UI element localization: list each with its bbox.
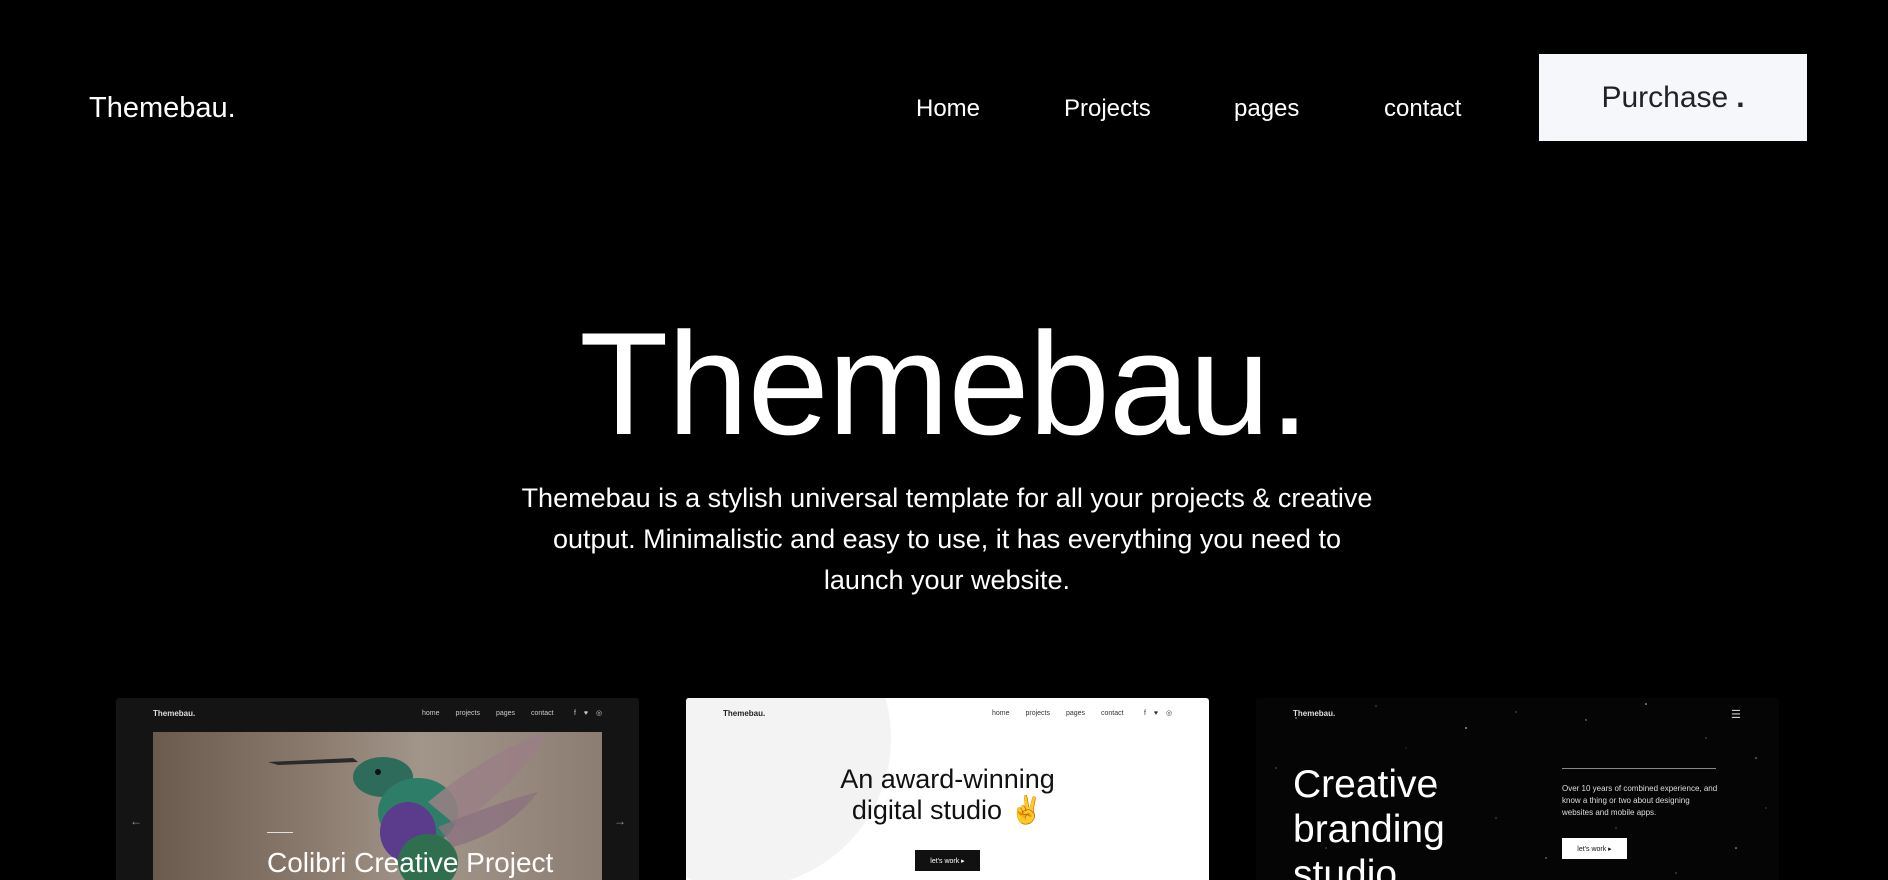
lets-work-button[interactable]: let's work ▸ (915, 850, 980, 871)
preview-title-line: An award-winning (840, 764, 1055, 794)
preview-logo: Themebau. (153, 709, 196, 718)
preview-card-colibri[interactable]: Themebau. home projects pages contact f … (116, 698, 639, 880)
title-rule (1562, 768, 1716, 769)
site-header: Themebau. Home Projects pages contact Pu… (0, 0, 1888, 200)
preview-social-icons: f ♥ ◎ (1144, 710, 1176, 717)
nav-projects[interactable]: Projects (1064, 95, 1151, 123)
preview-nav-item: contact (530, 710, 554, 717)
hero-description: Themebau is a stylish universal template… (521, 483, 1373, 595)
lets-work-button[interactable]: let's work ▸ (1562, 838, 1627, 859)
preview-card-studio[interactable]: Themebau. home projects pages contact f … (686, 698, 1209, 880)
preview-card-branding[interactable]: Themebau. ☰ Creative branding studio Ove… (1256, 698, 1779, 880)
preview-nav-item: projects (455, 710, 480, 717)
preview-nav: home projects pages contact (992, 710, 1138, 717)
preview-nav: home projects pages contact (422, 710, 568, 717)
nav-pages[interactable]: pages (1234, 95, 1299, 123)
purchase-dot: . (1736, 80, 1745, 114)
preview-nav-item: contact (1100, 710, 1124, 717)
preview-nav-item: home (992, 710, 1010, 717)
preview-nav-item: projects (1025, 710, 1050, 717)
title-rule (267, 832, 293, 833)
preview-title: Colibri Creative Project (267, 847, 554, 878)
purchase-label: Purchase (1601, 80, 1729, 114)
preview-social-icons: f ♥ ◎ (574, 710, 606, 717)
hero-title: Themebau. (579, 302, 1310, 465)
preview-nav-item: pages (495, 710, 516, 717)
preview-nav-item: home (422, 710, 440, 717)
preview-nav-item: pages (1065, 710, 1086, 717)
purchase-button[interactable]: Purchase . (1539, 54, 1807, 141)
preview-title-line: digital studio ✌ (851, 795, 1044, 825)
nav-home[interactable]: Home (916, 95, 980, 123)
nav-contact[interactable]: contact (1384, 95, 1461, 123)
preview-title: An award-winning digital studio ✌ (686, 764, 1209, 826)
preview-logo: Themebau. (1293, 709, 1336, 718)
arrow-right-icon[interactable]: → (614, 814, 626, 828)
site-logo[interactable]: Themebau. (89, 92, 236, 125)
preview-logo: Themebau. (723, 709, 766, 718)
arrow-left-icon[interactable]: ← (130, 814, 142, 828)
preview-text: Over 10 years of combined experience, an… (1562, 784, 1718, 817)
preview-title: Creative branding studio (1293, 763, 1445, 880)
hummingbird-image: Colibri Creative Project (153, 732, 602, 880)
menu-icon[interactable]: ☰ (1731, 708, 1741, 721)
